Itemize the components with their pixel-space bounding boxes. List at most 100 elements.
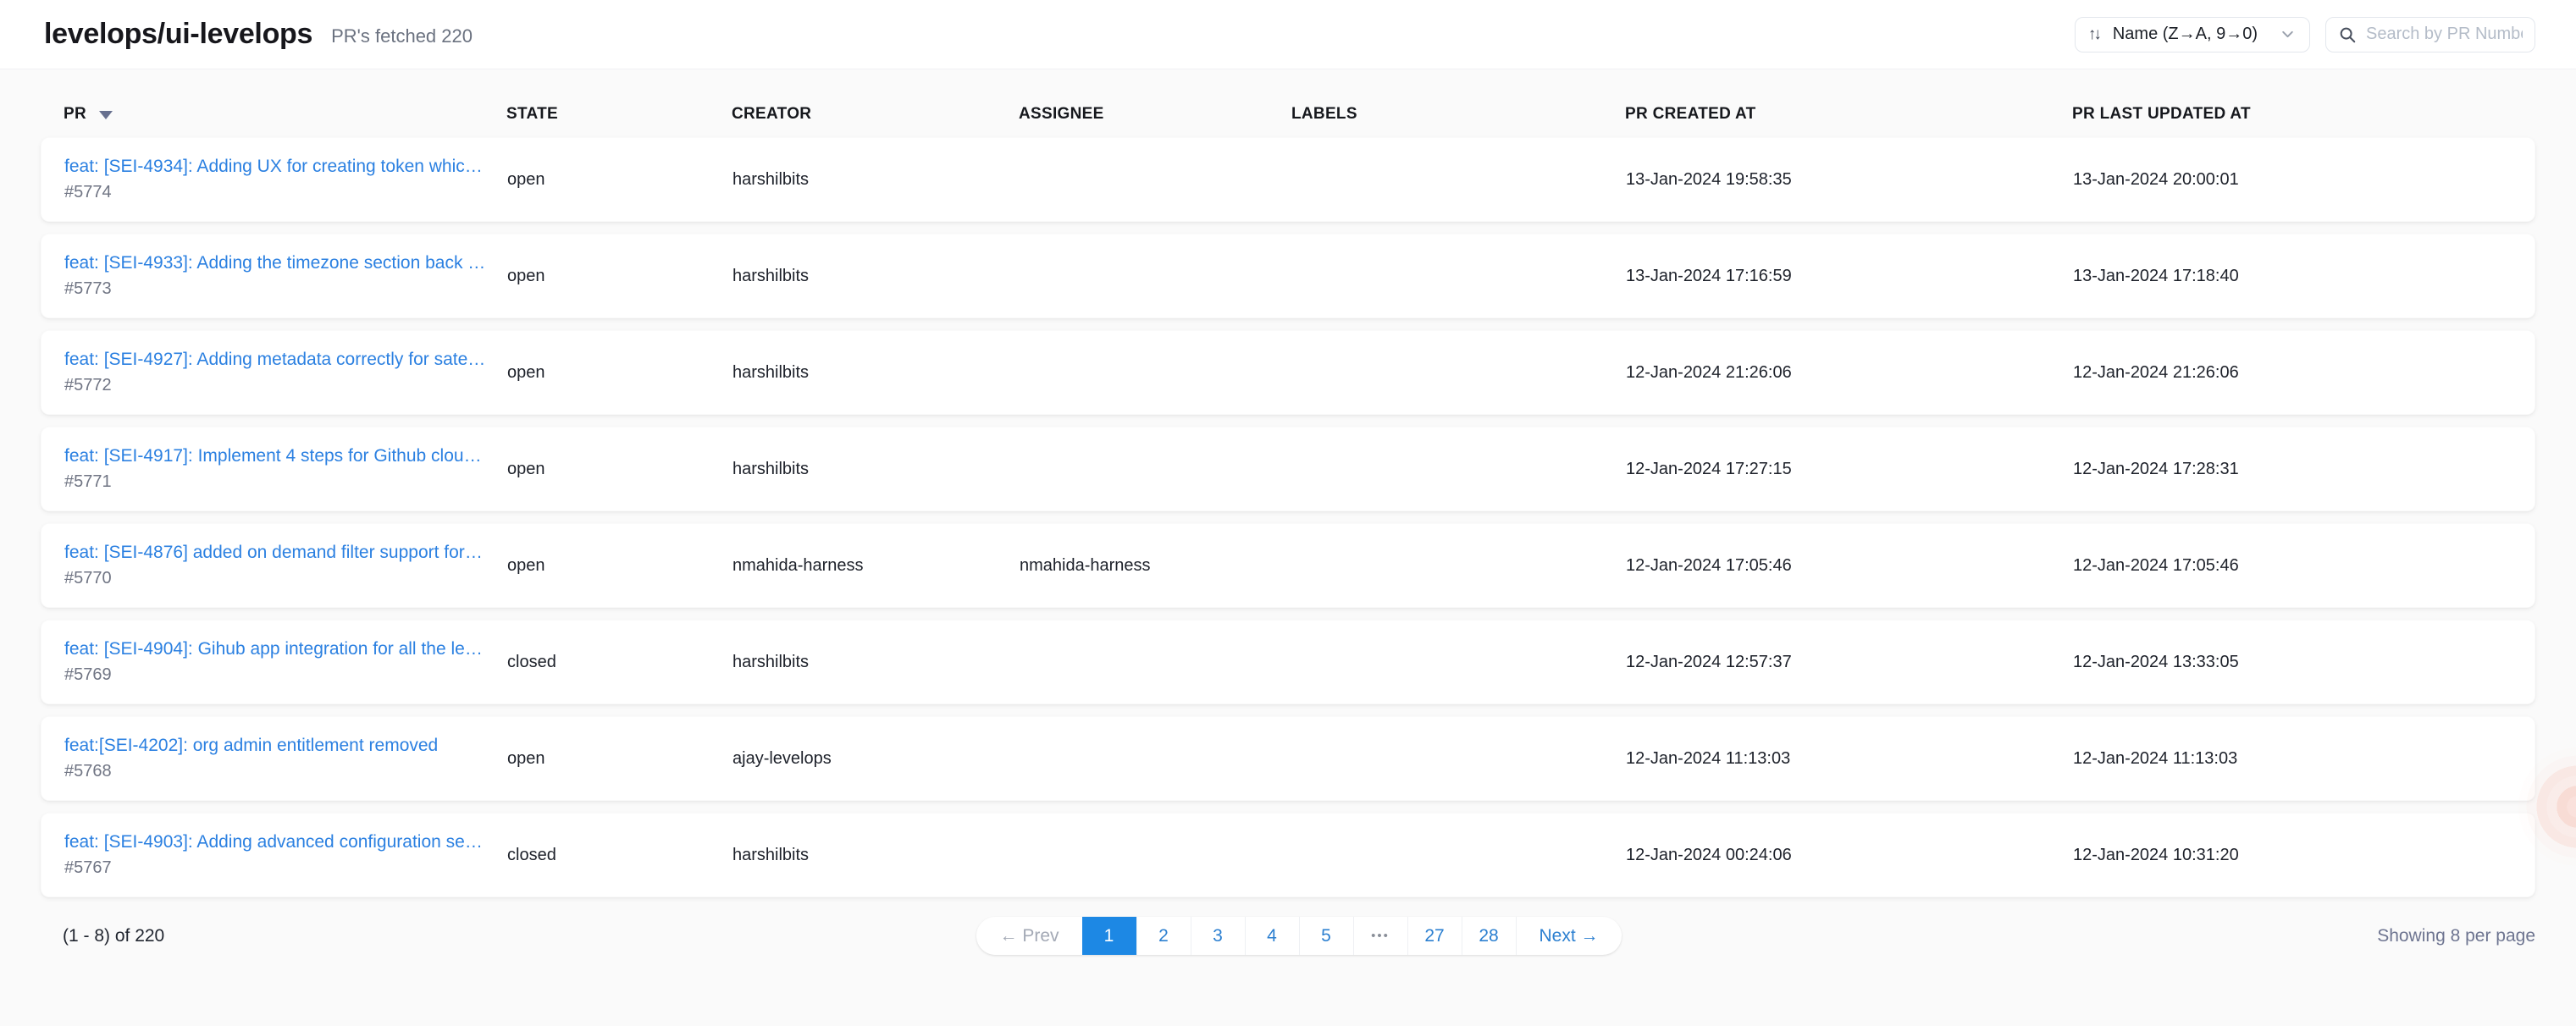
- created-at-cell: 12-Jan-2024 17:27:15: [1626, 460, 2073, 479]
- created-at-cell: 12-Jan-2024 21:26:06: [1626, 363, 2073, 383]
- updated-at-cell: 13-Jan-2024 20:00:01: [2073, 170, 2518, 190]
- column-header-pr[interactable]: PR: [64, 105, 506, 124]
- pr-cell: feat: [SEI-4876] added on demand filter …: [64, 540, 507, 591]
- creator-cell: harshilbits: [732, 846, 1020, 865]
- state-cell: closed: [507, 846, 732, 865]
- created-at-cell: 12-Jan-2024 11:13:03: [1626, 749, 2073, 769]
- pr-cell: feat: [SEI-4927]: Adding metadata correc…: [64, 347, 507, 398]
- search-box: [2325, 17, 2535, 52]
- sort-descending-icon: [99, 111, 113, 119]
- column-header-updated-at: PR LAST UPDATED AT: [2072, 105, 2518, 124]
- table-row: feat: [SEI-4933]: Adding the timezone se…: [41, 234, 2535, 318]
- state-cell: open: [507, 460, 732, 479]
- sort-dropdown-label: Name (Z→A, 9→0): [2113, 25, 2258, 44]
- table-row: feat: [SEI-4876] added on demand filter …: [41, 523, 2535, 608]
- pr-table: PR STATE CREATOR ASSIGNEE LABELS PR CREA…: [0, 69, 2576, 897]
- prev-page-button[interactable]: ← Prev: [976, 917, 1081, 955]
- pr-title-link[interactable]: feat: [SEI-4904]: Gihub app integration …: [64, 637, 507, 662]
- pr-number: #5770: [64, 565, 507, 591]
- table-row: feat: [SEI-4903]: Adding advanced config…: [41, 813, 2535, 897]
- created-at-cell: 12-Jan-2024 00:24:06: [1626, 846, 2073, 865]
- header-controls: ↑↓ Name (Z→A, 9→0): [2075, 17, 2535, 52]
- column-header-labels: LABELS: [1291, 105, 1625, 124]
- state-cell: open: [507, 267, 732, 286]
- table-row: feat: [SEI-4904]: Gihub app integration …: [41, 620, 2535, 704]
- pr-cell: feat: [SEI-4933]: Adding the timezone se…: [64, 251, 507, 301]
- pr-title-link[interactable]: feat: [SEI-4903]: Adding advanced config…: [64, 830, 507, 855]
- pr-title-link[interactable]: feat: [SEI-4917]: Implement 4 steps for …: [64, 444, 507, 469]
- search-input[interactable]: [2366, 25, 2523, 44]
- table-body: feat: [SEI-4934]: Adding UX for creating…: [41, 137, 2535, 897]
- state-cell: open: [507, 170, 732, 190]
- created-at-cell: 12-Jan-2024 17:05:46: [1626, 556, 2073, 576]
- creator-cell: harshilbits: [732, 170, 1020, 190]
- pr-number: #5771: [64, 469, 507, 494]
- state-cell: open: [507, 749, 732, 769]
- sort-dropdown[interactable]: ↑↓ Name (Z→A, 9→0): [2075, 17, 2310, 52]
- page-button[interactable]: 2: [1136, 917, 1191, 955]
- pr-title-link[interactable]: feat:[SEI-4202]: org admin entitlement r…: [64, 733, 507, 758]
- pr-title-link[interactable]: feat: [SEI-4927]: Adding metadata correc…: [64, 347, 507, 372]
- table-row: feat: [SEI-4934]: Adding UX for creating…: [41, 137, 2535, 222]
- table-header-row: PR STATE CREATOR ASSIGNEE LABELS PR CREA…: [41, 69, 2535, 137]
- pagination-pages: 12345•••2728: [1082, 917, 1516, 955]
- state-cell: open: [507, 556, 732, 576]
- page-button[interactable]: 4: [1245, 917, 1299, 955]
- table-row: feat: [SEI-4927]: Adding metadata correc…: [41, 330, 2535, 415]
- pr-cell: feat: [SEI-4934]: Adding UX for creating…: [64, 154, 507, 205]
- updated-at-cell: 12-Jan-2024 17:28:31: [2073, 460, 2518, 479]
- pr-title-link[interactable]: feat: [SEI-4934]: Adding UX for creating…: [64, 154, 507, 179]
- table-footer: (1 - 8) of 220 ← Prev 12345•••2728 Next …: [0, 917, 2576, 955]
- chevron-down-icon: [2280, 27, 2295, 41]
- state-cell: closed: [507, 653, 732, 672]
- pr-title-link[interactable]: feat: [SEI-4933]: Adding the timezone se…: [64, 251, 507, 276]
- pr-cell: feat: [SEI-4917]: Implement 4 steps for …: [64, 444, 507, 494]
- created-at-cell: 12-Jan-2024 12:57:37: [1626, 653, 2073, 672]
- pr-cell: feat:[SEI-4202]: org admin entitlement r…: [64, 733, 507, 784]
- pr-number: #5772: [64, 372, 507, 398]
- pagination-ellipsis[interactable]: •••: [1353, 917, 1407, 955]
- column-header-created-at: PR CREATED AT: [1625, 105, 2072, 124]
- pr-title-link[interactable]: feat: [SEI-4876] added on demand filter …: [64, 540, 507, 565]
- created-at-cell: 13-Jan-2024 17:16:59: [1626, 267, 2073, 286]
- creator-cell: harshilbits: [732, 267, 1020, 286]
- column-header-assignee: ASSIGNEE: [1019, 105, 1291, 124]
- updated-at-cell: 12-Jan-2024 17:05:46: [2073, 556, 2518, 576]
- creator-cell: nmahida-harness: [732, 556, 1020, 576]
- page-button[interactable]: 28: [1462, 917, 1516, 955]
- column-header-state: STATE: [506, 105, 732, 124]
- updated-at-cell: 13-Jan-2024 17:18:40: [2073, 267, 2518, 286]
- creator-cell: harshilbits: [732, 460, 1020, 479]
- page-button[interactable]: 1: [1082, 917, 1136, 955]
- next-page-button[interactable]: Next →: [1516, 917, 1622, 955]
- topbar: levelops/ui-levelops PR's fetched 220 ↑↓…: [0, 0, 2576, 69]
- page-button[interactable]: 5: [1299, 917, 1353, 955]
- assignee-cell: nmahida-harness: [1020, 556, 1292, 576]
- updated-at-cell: 12-Jan-2024 21:26:06: [2073, 363, 2518, 383]
- search-icon: [2338, 25, 2357, 44]
- pr-number: #5768: [64, 758, 507, 784]
- range-text: (1 - 8) of 220: [63, 926, 976, 946]
- creator-cell: ajay-levelops: [732, 749, 1020, 769]
- created-at-cell: 13-Jan-2024 19:58:35: [1626, 170, 2073, 190]
- creator-cell: harshilbits: [732, 363, 1020, 383]
- pr-number: #5773: [64, 276, 507, 301]
- updated-at-cell: 12-Jan-2024 10:31:20: [2073, 846, 2518, 865]
- page-button[interactable]: 3: [1191, 917, 1245, 955]
- pr-cell: feat: [SEI-4904]: Gihub app integration …: [64, 637, 507, 687]
- updated-at-cell: 12-Jan-2024 11:13:03: [2073, 749, 2518, 769]
- pr-number: #5769: [64, 662, 507, 687]
- page-title: levelops/ui-levelops: [44, 18, 312, 51]
- updated-at-cell: 12-Jan-2024 13:33:05: [2073, 653, 2518, 672]
- sort-direction-icon: ↑↓: [2088, 25, 2102, 44]
- pagination: ← Prev 12345•••2728 Next →: [976, 917, 1621, 955]
- table-row: feat:[SEI-4202]: org admin entitlement r…: [41, 716, 2535, 801]
- per-page-text: Showing 8 per page: [1622, 926, 2535, 946]
- pr-cell: feat: [SEI-4903]: Adding advanced config…: [64, 830, 507, 880]
- column-header-creator: CREATOR: [732, 105, 1019, 124]
- pr-number: #5774: [64, 179, 507, 205]
- pr-number: #5767: [64, 855, 507, 880]
- page-button[interactable]: 27: [1407, 917, 1462, 955]
- state-cell: open: [507, 363, 732, 383]
- pr-fetched-count: PR's fetched 220: [331, 22, 473, 47]
